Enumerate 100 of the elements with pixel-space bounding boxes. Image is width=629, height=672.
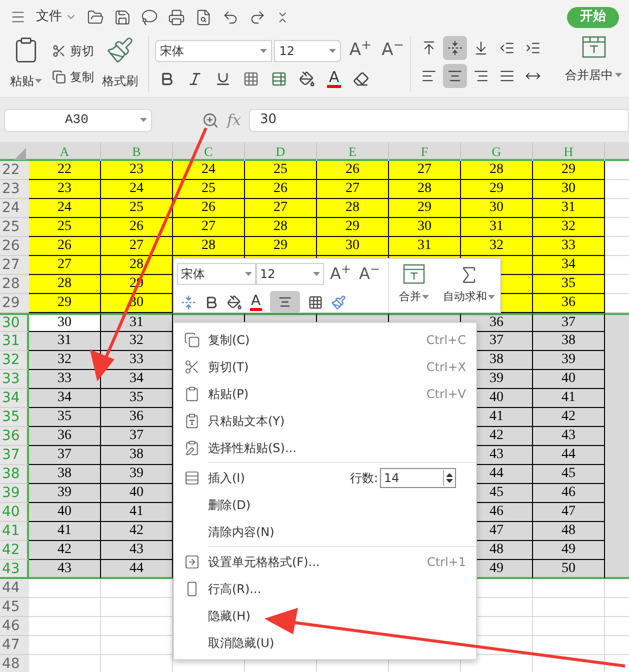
row-header[interactable]: 39 [0,484,29,503]
row-header[interactable]: 32 [0,351,29,370]
font-name-field[interactable]: 宋体 [155,40,272,62]
table-cell: 38 [29,465,101,484]
row-header[interactable]: 29 [0,294,29,313]
table-cell: 28 [245,218,317,237]
copy-button[interactable]: 复制 [52,68,94,86]
font-name-field[interactable]: 宋体 [177,263,256,285]
row-header[interactable]: 48 [0,655,29,672]
table-cell: 34 [101,370,173,389]
table-cell: 29 [29,294,101,313]
table-cell: 33 [533,237,605,256]
name-box[interactable]: A30 [4,108,152,132]
row-header[interactable]: 47 [0,636,29,655]
font-color-button[interactable]: A [327,70,342,88]
table-cell: 48 [533,522,605,541]
table-cell: 30 [389,218,461,237]
shrink-font-button[interactable]: A$^{−}$ [359,262,380,286]
row-header[interactable]: 42 [0,541,29,560]
table-cell: 31 [29,332,101,351]
grow-font-button[interactable]: A$^{+}$ [330,262,352,286]
table-cell: 29 [461,180,533,199]
row-header[interactable]: 26 [0,237,29,256]
table-cell: 30 [533,180,605,199]
row-header[interactable]: 41 [0,522,29,541]
table-cell: 43 [101,541,173,560]
row-header[interactable]: 44 [0,579,29,598]
table-cell: 29 [245,237,317,256]
table-cell: 31 [533,199,605,218]
table-cell: 41 [533,389,605,408]
menu-item[interactable]: 取消隐藏(U) [174,629,476,656]
shrink-font-button[interactable]: A$^{−}$ [382,38,404,64]
table-cell: 25 [29,218,101,237]
table-cell: 43 [533,427,605,446]
table-cell: 27 [101,237,173,256]
table-cell: 27 [173,218,245,237]
menu-item[interactable]: 隐藏(H) [174,602,476,629]
table-cell: 25 [101,199,173,218]
row-header[interactable]: 33 [0,370,29,389]
font-color-button[interactable]: A [250,294,262,310]
table-cell: 32 [101,332,173,351]
row-header[interactable]: 25 [0,218,29,237]
menu-item[interactable]: 插入(I) [208,468,350,486]
start-tab[interactable]: 开始 [567,6,619,28]
row-count-field[interactable]: 14 [380,468,456,488]
row-header[interactable]: 46 [0,617,29,636]
row-header[interactable]: 24 [0,199,29,218]
row-header[interactable]: 45 [0,598,29,617]
table-cell: 37 [29,446,101,465]
table-cell: 42 [533,408,605,427]
table-cell: 41 [101,503,173,522]
paste-button[interactable]: 粘贴 [10,72,42,90]
table-cell: 39 [29,484,101,503]
merge-button[interactable]: 合并 [399,289,429,306]
table-cell: 50 [533,560,605,579]
table-cell: 28 [461,161,533,180]
font-size-field[interactable]: 12 [274,40,342,62]
table-cell: 25 [245,161,317,180]
cut-button[interactable]: 剪切 [52,42,94,60]
table-cell: 37 [533,313,605,332]
table-cell: 22 [29,161,101,180]
table-cell: 30 [29,313,101,332]
row-header[interactable]: 34 [0,389,29,408]
row-header[interactable]: 28 [0,275,29,294]
formula-field[interactable]: 30 [249,108,629,132]
format-painter-button[interactable]: 格式刷 [102,72,138,90]
row-header[interactable]: 38 [0,465,29,484]
row-count-label: 行数: [350,470,378,486]
row-header[interactable]: 43 [0,560,29,579]
font-size-field[interactable]: 12 [256,263,324,285]
row-header[interactable]: 31 [0,332,29,351]
merge-center-button[interactable]: 合并居中 [565,66,622,84]
autosum-button[interactable]: 自动求和 [443,289,495,306]
table-cell: 46 [533,484,605,503]
row-header[interactable]: 40 [0,503,29,522]
row-header[interactable]: 37 [0,446,29,465]
row-header[interactable]: 30 [0,313,29,332]
table-cell: 47 [533,503,605,522]
table-cell: 32 [461,237,533,256]
table-cell: 34 [533,256,605,275]
table-cell: 28 [317,199,389,218]
table-cell: 36 [533,294,605,313]
table-cell: 32 [533,218,605,237]
row-header[interactable]: 36 [0,427,29,446]
row-header[interactable]: 23 [0,180,29,199]
table-cell: 23 [29,180,101,199]
table-cell: 38 [533,332,605,351]
table-cell: 31 [461,218,533,237]
function-button[interactable]: fx [227,108,242,132]
table-cell: 42 [29,541,101,560]
row-header[interactable]: 22 [0,161,29,180]
table-cell: 24 [29,199,101,218]
grow-font-button[interactable]: A$^{+}$ [349,38,372,64]
table-cell: 37 [101,427,173,446]
table-cell: 26 [317,161,389,180]
row-header[interactable]: 35 [0,408,29,427]
file-menu[interactable]: 文件 [36,7,77,27]
row-header[interactable]: 27 [0,256,29,275]
table-cell: 33 [29,370,101,389]
table-cell: 35 [29,408,101,427]
